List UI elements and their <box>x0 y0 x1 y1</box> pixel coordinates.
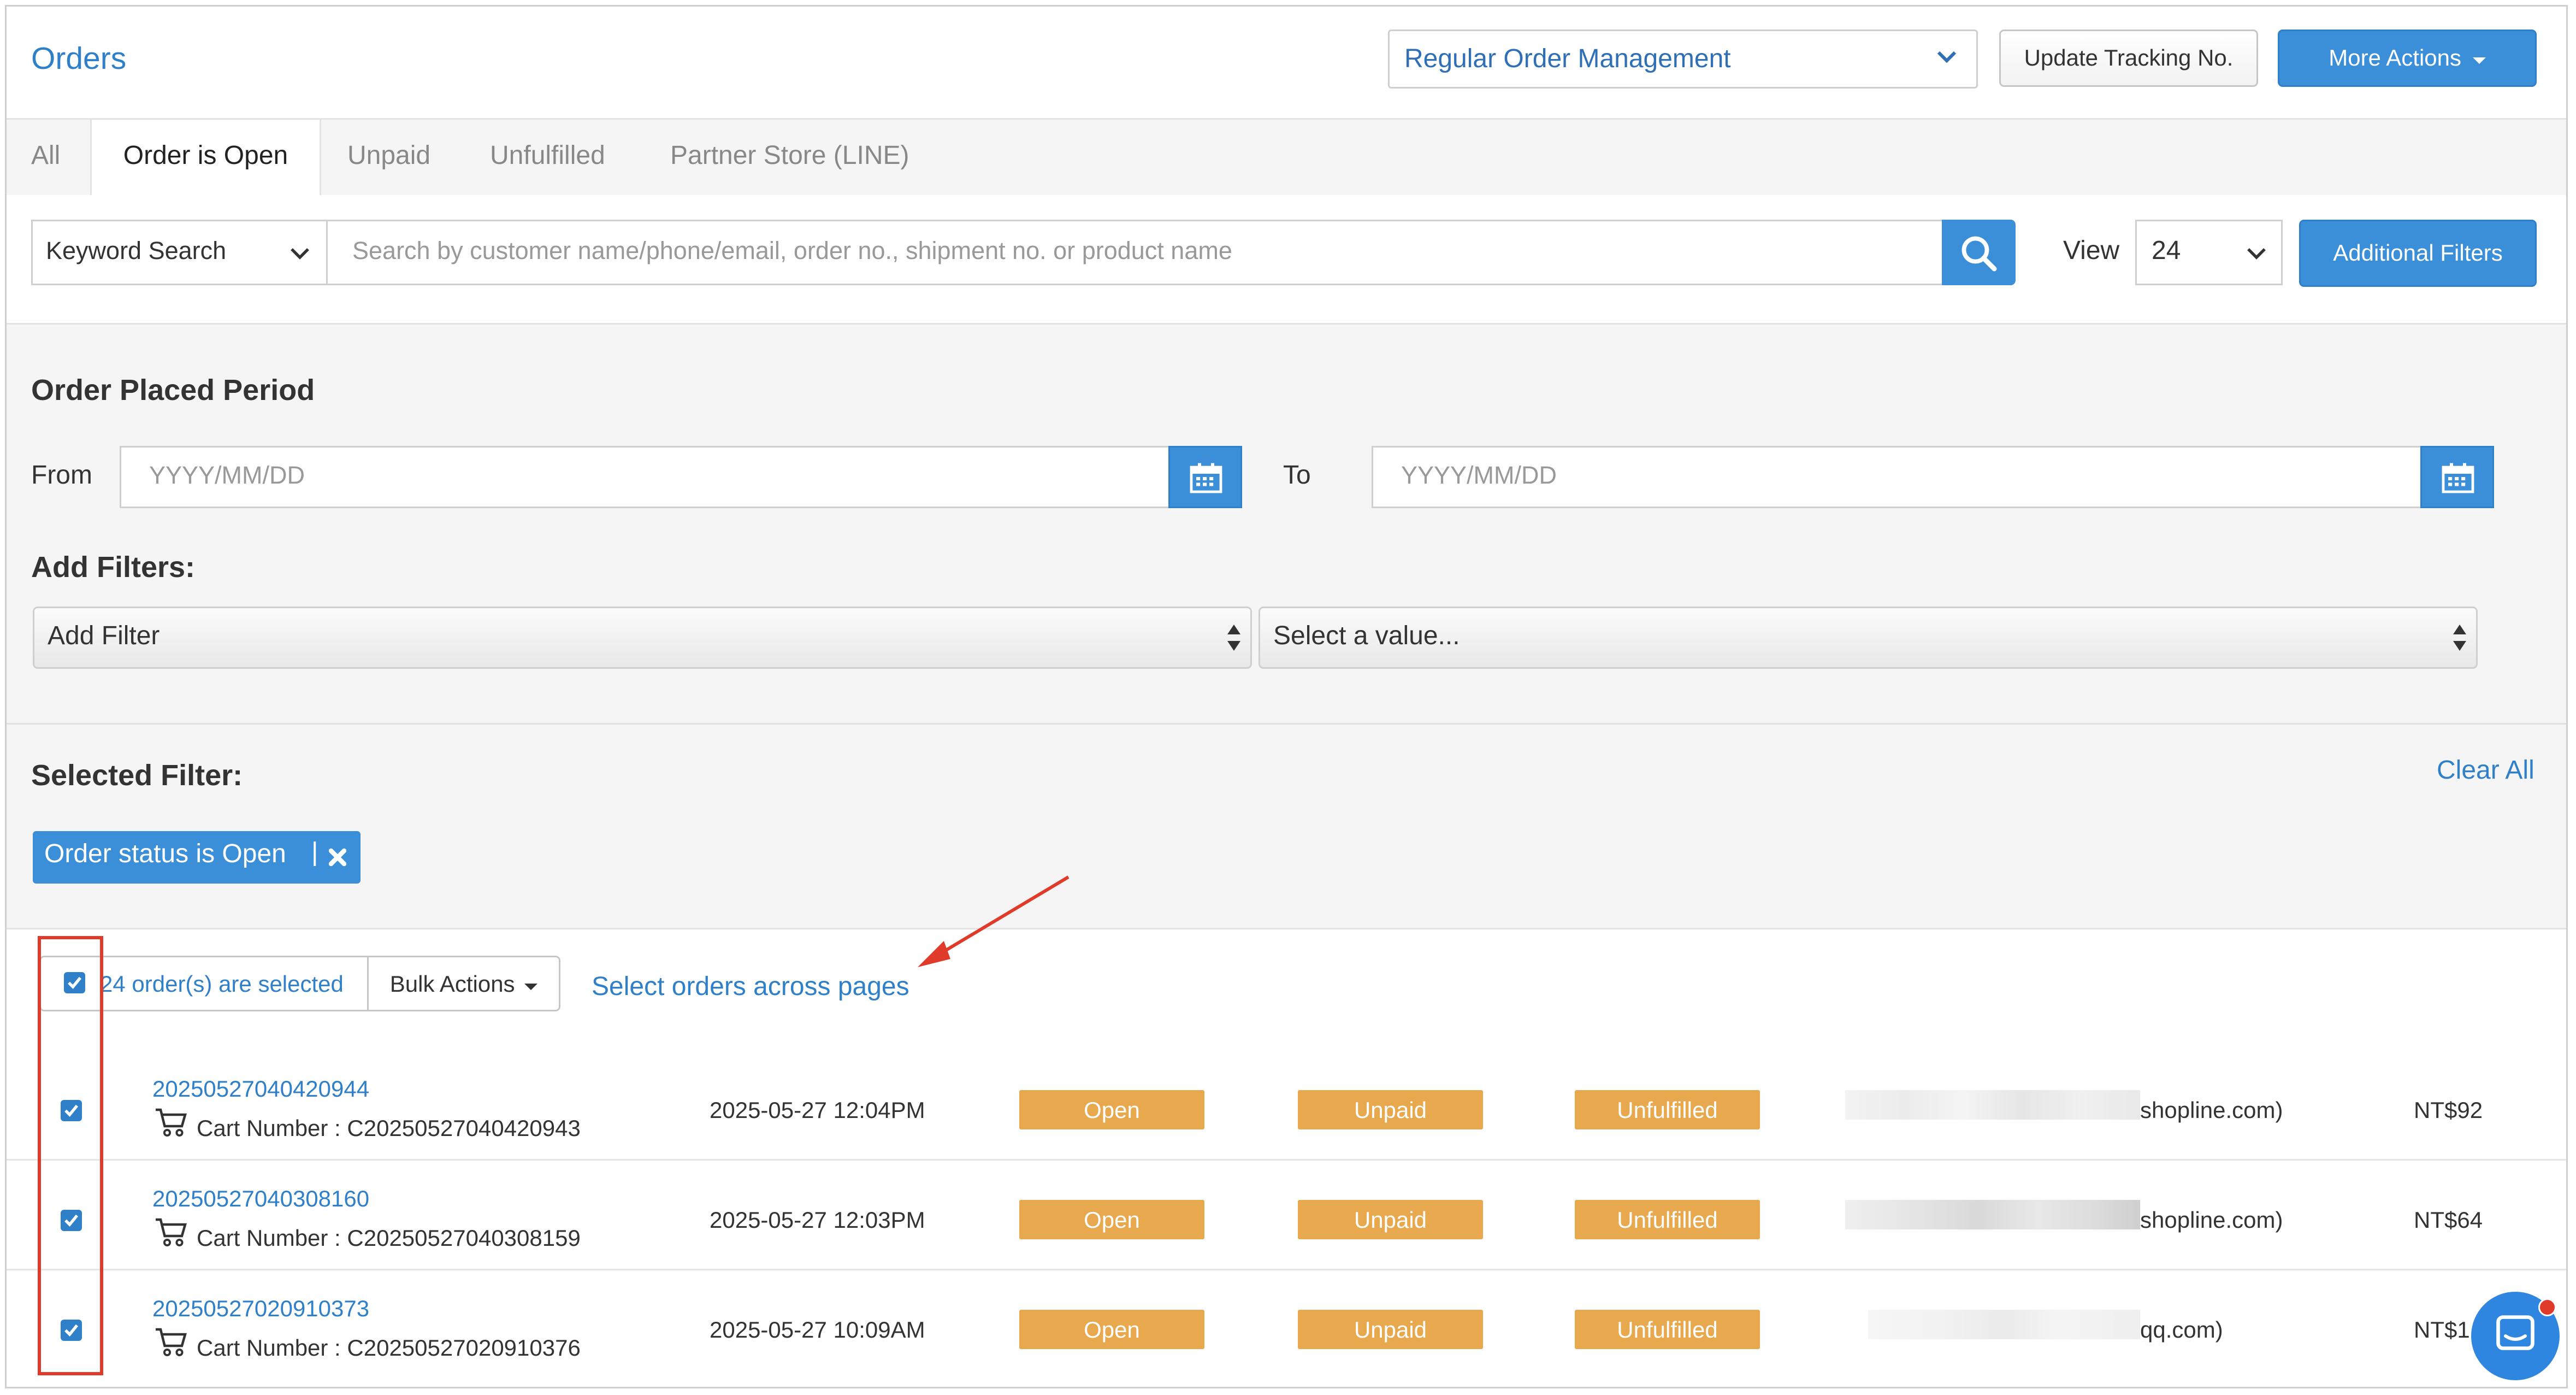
orders-page: Orders Regular Order Management Update T… <box>5 5 2568 1388</box>
filter-chip-order-status: Order status is Open | <box>33 831 361 884</box>
cart-number: Cart Number : C20250527020910376 <box>197 1334 581 1361</box>
filter-chip-label: Order status is Open <box>44 841 286 869</box>
search-type-select[interactable]: Keyword Search <box>31 220 328 285</box>
order-placed-period-title: Order Placed Period <box>31 374 315 407</box>
payment-status-badge: Unpaid <box>1298 1310 1483 1349</box>
annotation-arrow <box>918 875 1070 967</box>
order-management-value: Regular Order Management <box>1404 46 1731 74</box>
order-number-link[interactable]: 20250527020910373 <box>152 1295 369 1321</box>
redacted-customer-email <box>1845 1200 2140 1229</box>
from-label: From <box>31 462 92 490</box>
tab-unpaid[interactable]: Unpaid <box>347 120 430 195</box>
to-label: To <box>1283 462 1311 490</box>
cart-icon <box>156 1218 187 1247</box>
calendar-icon <box>1190 463 1222 493</box>
search-type-value: Keyword Search <box>46 238 227 266</box>
order-management-select[interactable]: Regular Order Management <box>1388 30 1978 89</box>
select-across-pages-link[interactable]: Select orders across pages <box>592 974 909 1003</box>
table-row[interactable]: 20250527040420944 Cart Number : C2025052… <box>7 1051 2566 1161</box>
chip-separator: | <box>311 839 318 867</box>
filter-value-value: Select a value... <box>1273 623 1460 651</box>
selection-bar: 24 order(s) are selected Bulk Actions Se… <box>7 928 2566 1052</box>
chat-icon <box>2496 1315 2534 1350</box>
fulfillment-status-badge: Unfulfilled <box>1575 1090 1760 1129</box>
selected-count-text: 24 order(s) are selected <box>100 970 344 997</box>
order-status-badge: Open <box>1019 1310 1204 1349</box>
payment-status-badge: Unpaid <box>1298 1200 1483 1239</box>
fulfillment-status-badge: Unfulfilled <box>1575 1310 1760 1349</box>
more-actions-button[interactable]: More Actions <box>2278 30 2537 87</box>
from-date-input[interactable]: YYYY/MM/DD <box>120 446 1170 508</box>
additional-filters-button[interactable]: Additional Filters <box>2299 220 2537 287</box>
redacted-customer-email <box>1868 1310 2140 1339</box>
to-date-input[interactable]: YYYY/MM/DD <box>1372 446 2422 508</box>
order-status-badge: Open <box>1019 1200 1204 1239</box>
add-filter-select[interactable]: Add Filter <box>33 607 1252 669</box>
page-title: Orders <box>31 43 127 77</box>
cart-number: Cart Number : C20250527040308159 <box>197 1225 581 1251</box>
order-date: 2025-05-27 12:03PM <box>710 1206 925 1233</box>
caret-down-icon <box>2472 57 2486 64</box>
bulk-actions-label: Bulk Actions <box>389 970 515 997</box>
update-tracking-button[interactable]: Update Tracking No. <box>1999 30 2258 87</box>
chevron-down-icon <box>291 248 309 260</box>
view-per-page-select[interactable]: 24 <box>2135 220 2283 285</box>
tab-partner-store-line[interactable]: Partner Store (LINE) <box>670 120 909 195</box>
cart-icon <box>156 1108 187 1137</box>
cart-icon <box>156 1328 187 1357</box>
order-date: 2025-05-27 12:04PM <box>710 1097 925 1123</box>
tab-unfulfilled[interactable]: Unfulfilled <box>490 120 605 195</box>
order-number-link[interactable]: 20250527040308160 <box>152 1185 369 1211</box>
notification-dot <box>2538 1298 2556 1316</box>
calendar-icon <box>2442 463 2474 493</box>
order-amount: NT$92 <box>2414 1097 2483 1123</box>
tab-order-is-open[interactable]: Order is Open <box>90 120 321 197</box>
from-calendar-button[interactable] <box>1168 446 1242 508</box>
customer-email-suffix: shopline.com) <box>2140 1097 2283 1123</box>
tab-all[interactable]: All <box>31 120 60 195</box>
cart-number: Cart Number : C20250527040420943 <box>197 1115 581 1141</box>
updown-arrows-icon <box>2453 625 2466 651</box>
view-per-page-value: 24 <box>2152 238 2181 266</box>
table-row[interactable]: 20250527040308160 Cart Number : C2025052… <box>7 1161 2566 1270</box>
customer-email-suffix: shopline.com) <box>2140 1206 2283 1233</box>
chevron-down-icon <box>2247 248 2266 260</box>
add-filter-value: Add Filter <box>48 623 160 651</box>
selected-filter-title: Selected Filter: <box>31 759 243 792</box>
search-input[interactable]: Search by customer name/phone/email, ord… <box>326 220 1943 285</box>
redacted-customer-email <box>1845 1090 2140 1120</box>
order-tabs: All Order is Open Unpaid Unfulfilled Par… <box>7 118 2566 197</box>
customer-email-suffix: qq.com) <box>2140 1316 2223 1343</box>
more-actions-label: More Actions <box>2329 44 2462 70</box>
search-bar: Keyword Search Search by customer name/p… <box>7 195 2566 325</box>
caret-down-icon <box>524 984 538 990</box>
updown-arrows-icon <box>1227 625 1240 651</box>
add-filters-title: Add Filters: <box>31 551 196 584</box>
payment-status-badge: Unpaid <box>1298 1090 1483 1129</box>
bulk-actions-button[interactable]: Bulk Actions <box>367 956 560 1011</box>
search-button[interactable] <box>1942 220 2016 285</box>
to-calendar-button[interactable] <box>2420 446 2494 508</box>
view-label: View <box>2063 238 2120 266</box>
filter-value-select[interactable]: Select a value... <box>1259 607 2478 669</box>
order-date: 2025-05-27 10:09AM <box>710 1316 925 1343</box>
search-icon <box>1961 236 1997 272</box>
table-row[interactable]: 20250527020910373 Cart Number : C2025052… <box>7 1270 2566 1379</box>
close-icon[interactable] <box>328 847 347 867</box>
order-amount: NT$1 <box>2414 1316 2470 1343</box>
order-amount: NT$64 <box>2414 1206 2483 1233</box>
annotation-highlight-box <box>38 936 103 1375</box>
clear-all-link[interactable]: Clear All <box>2437 757 2534 787</box>
chevron-down-icon <box>1937 51 1957 63</box>
order-status-badge: Open <box>1019 1090 1204 1129</box>
divider <box>7 723 2566 725</box>
order-number-link[interactable]: 20250527040420944 <box>152 1075 369 1102</box>
fulfillment-status-badge: Unfulfilled <box>1575 1200 1760 1239</box>
